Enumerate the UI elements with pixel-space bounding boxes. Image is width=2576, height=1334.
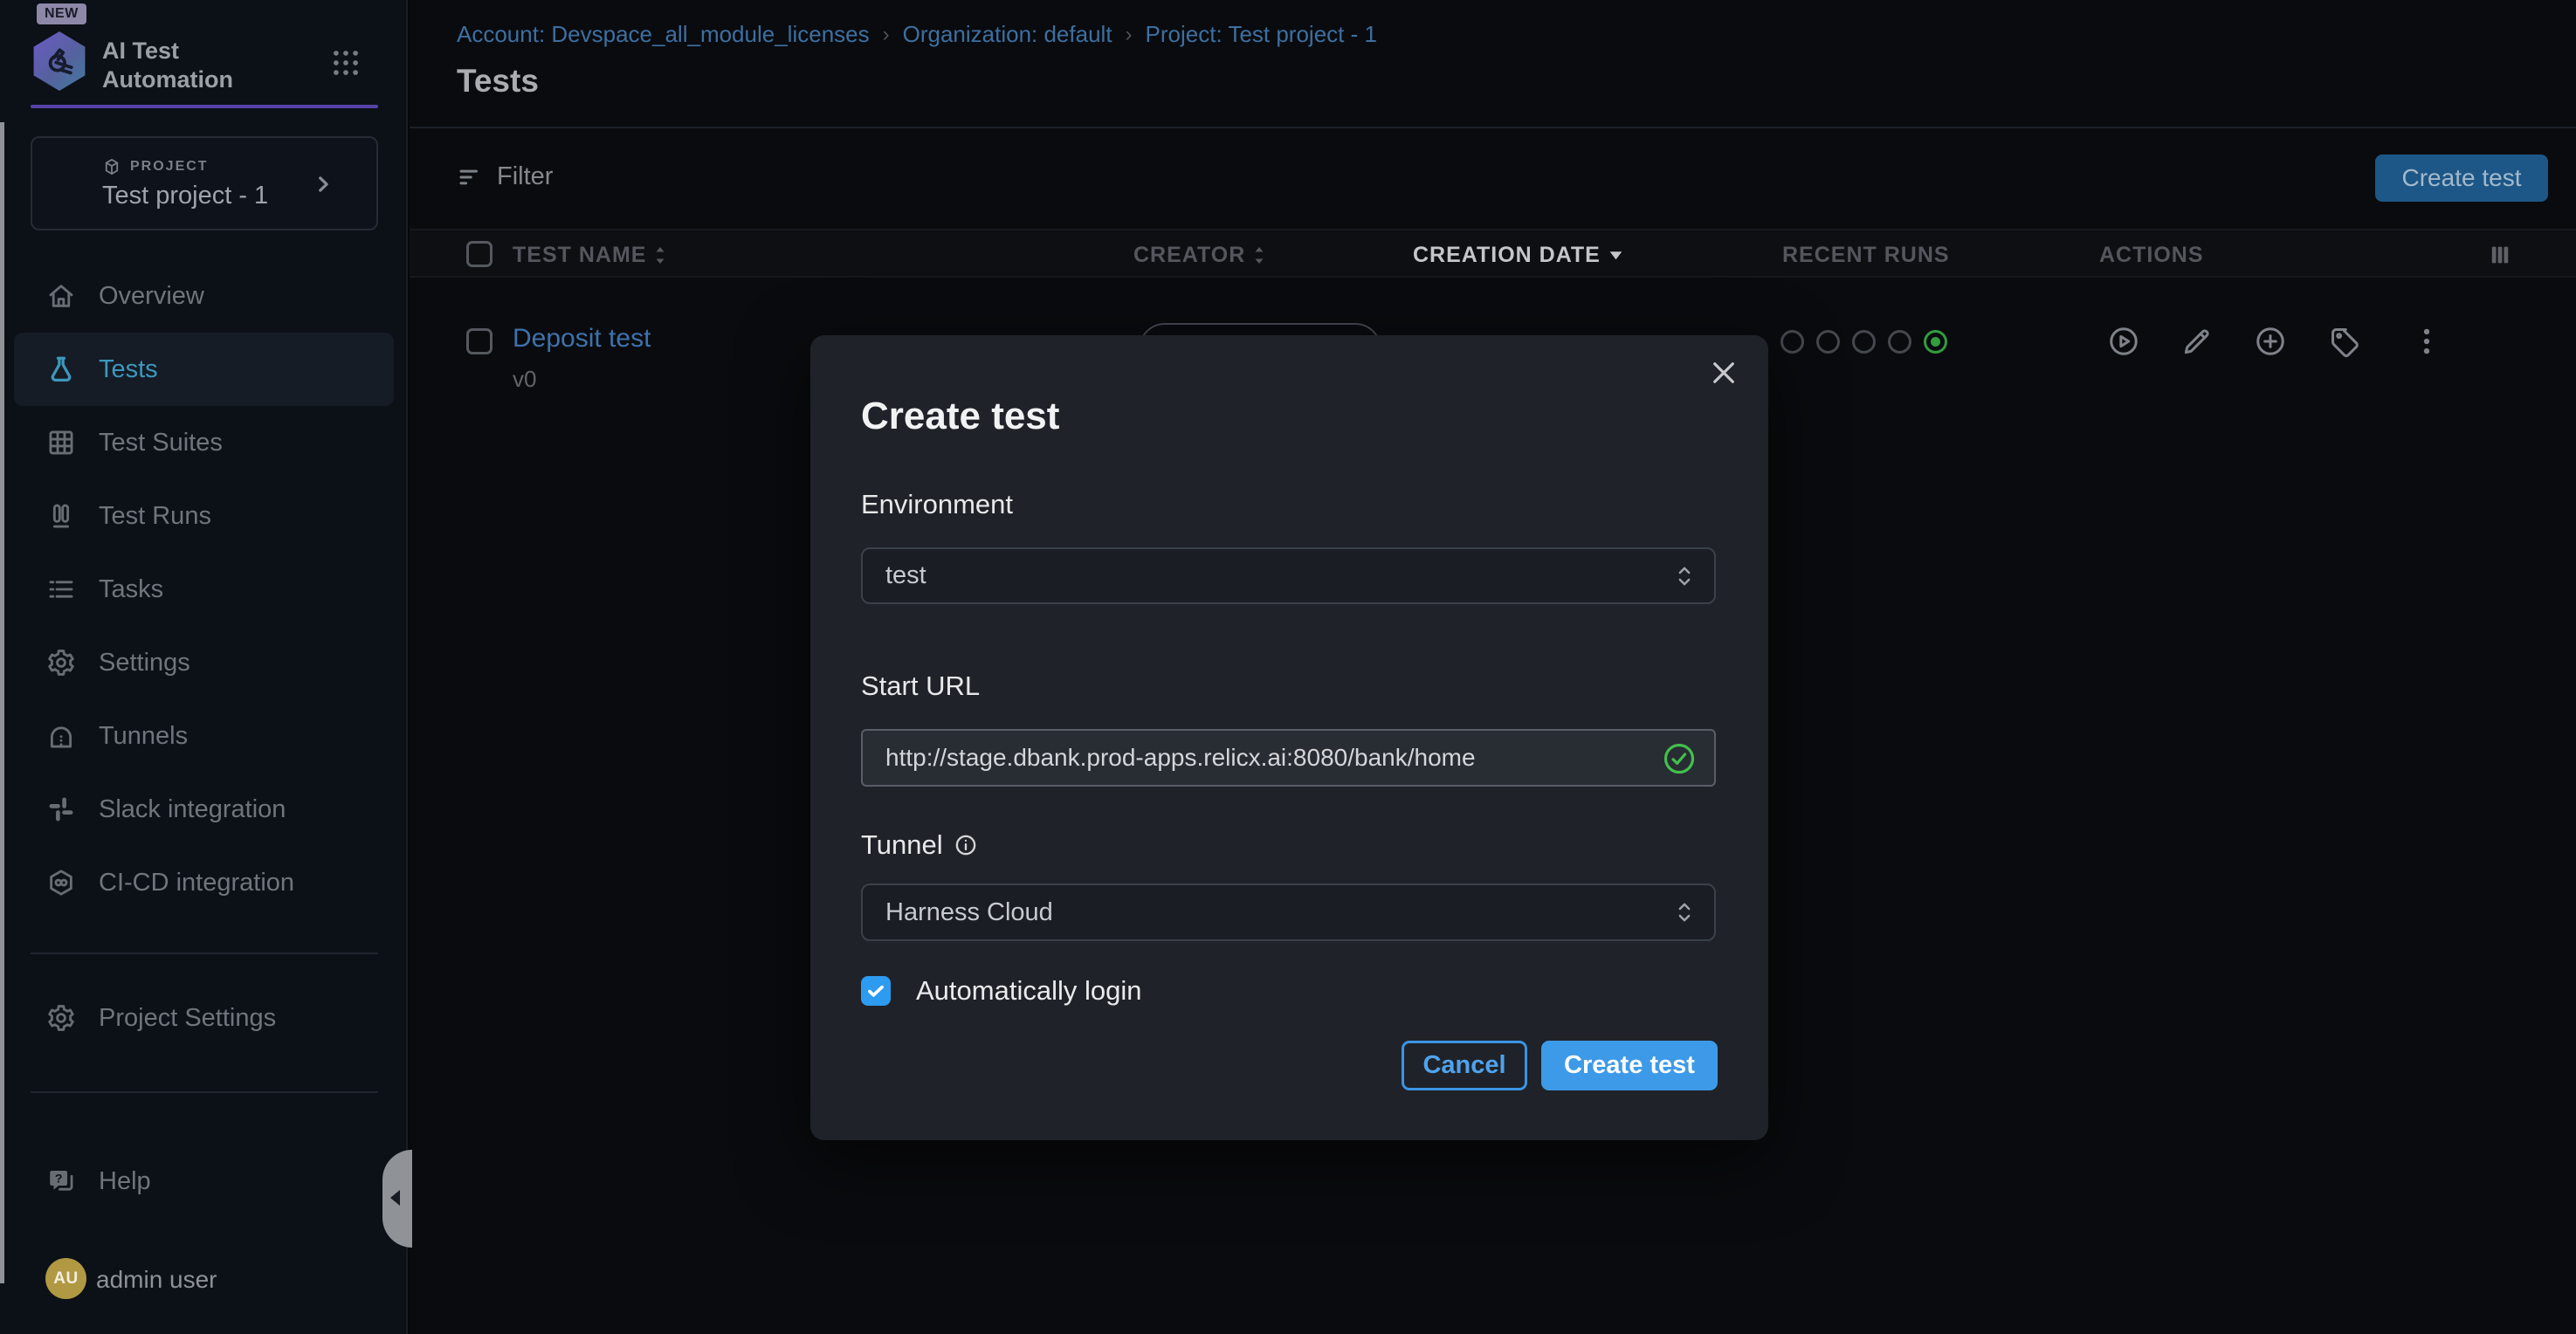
sidebar-item-test-runs[interactable]: Test Runs bbox=[14, 479, 394, 553]
sidebar-divider bbox=[31, 952, 378, 954]
grid-icon bbox=[46, 428, 76, 457]
column-header-creation-date[interactable]: CREATION DATE bbox=[1413, 243, 1624, 268]
tunnel-select[interactable]: Harness Cloud bbox=[861, 884, 1716, 941]
column-header-test-name[interactable]: TEST NAME bbox=[513, 243, 667, 268]
gear-icon bbox=[46, 648, 76, 677]
sidebar-item-tasks[interactable]: Tasks bbox=[14, 553, 394, 626]
add-icon[interactable] bbox=[2254, 325, 2287, 358]
cube-icon bbox=[102, 157, 121, 176]
project-name: Test project - 1 bbox=[102, 182, 268, 210]
sidebar-item-project-settings[interactable]: Project Settings bbox=[14, 981, 394, 1055]
more-menu-icon[interactable] bbox=[2410, 325, 2443, 358]
start-url-label: Start URL bbox=[861, 670, 980, 702]
app-logo-icon bbox=[31, 31, 87, 91]
modal-footer: Cancel Create test bbox=[1402, 1041, 1718, 1090]
sidebar-nav: Overview Tests Test Suites Test Runs Tas… bbox=[0, 259, 408, 919]
start-url-input[interactable] bbox=[861, 729, 1716, 787]
breadcrumb-project[interactable]: Project: Test project - 1 bbox=[1146, 21, 1377, 48]
create-test-button[interactable]: Create test bbox=[2375, 155, 2548, 202]
modal-title: Create test bbox=[861, 395, 1059, 438]
window-scrollbar[interactable] bbox=[0, 122, 4, 1283]
environment-label: Environment bbox=[861, 489, 1013, 520]
svg-text:?: ? bbox=[55, 1172, 63, 1186]
cicd-icon bbox=[46, 868, 76, 897]
chevron-right-icon bbox=[312, 173, 334, 196]
run-status-dot[interactable] bbox=[1816, 330, 1840, 354]
breadcrumb: Account: Devspace_all_module_licenses › … bbox=[457, 21, 1377, 48]
home-icon bbox=[46, 281, 76, 311]
column-header-recent-runs: RECENT RUNS bbox=[1782, 243, 1950, 268]
column-settings-icon[interactable] bbox=[2487, 242, 2513, 268]
new-badge: NEW bbox=[37, 3, 86, 24]
help-chat-icon: ? bbox=[46, 1166, 76, 1196]
test-runs-icon bbox=[46, 501, 76, 531]
row-checkbox[interactable] bbox=[466, 328, 492, 354]
flask-icon bbox=[46, 354, 76, 384]
brand-divider bbox=[31, 105, 378, 108]
cancel-button[interactable]: Cancel bbox=[1402, 1041, 1527, 1090]
info-icon[interactable] bbox=[954, 833, 978, 857]
sidebar-item-tests[interactable]: Tests bbox=[14, 333, 394, 406]
select-chevrons-icon bbox=[1672, 562, 1697, 590]
sidebar-item-tunnels[interactable]: Tunnels bbox=[14, 699, 394, 773]
tunnel-label: Tunnel bbox=[861, 829, 978, 861]
sidebar-item-settings[interactable]: Settings bbox=[14, 626, 394, 699]
tag-icon[interactable] bbox=[2328, 325, 2361, 358]
sort-icon bbox=[653, 244, 667, 267]
environment-select[interactable]: test bbox=[861, 547, 1716, 604]
breadcrumb-separator: › bbox=[883, 23, 890, 47]
sidebar-collapse-handle[interactable] bbox=[382, 1150, 412, 1248]
create-test-modal: Create test Environment test Start URL T… bbox=[810, 335, 1768, 1140]
sidebar-item-slack[interactable]: Slack integration bbox=[14, 773, 394, 846]
sidebar-item-overview[interactable]: Overview bbox=[14, 259, 394, 333]
user-menu[interactable]: AU admin user bbox=[0, 1257, 408, 1301]
sidebar: NEW AI Test Automation PROJECT Test proj… bbox=[0, 0, 408, 1334]
select-all-checkbox[interactable] bbox=[466, 241, 492, 267]
column-header-actions: ACTIONS bbox=[2099, 243, 2204, 268]
sidebar-divider bbox=[31, 1091, 378, 1093]
sidebar-item-test-suites[interactable]: Test Suites bbox=[14, 406, 394, 479]
recent-runs bbox=[1780, 330, 1947, 354]
app-switcher-icon[interactable] bbox=[329, 46, 362, 79]
app-title: AI Test Automation bbox=[102, 37, 233, 94]
project-kind-label: PROJECT bbox=[130, 159, 209, 175]
avatar: AU bbox=[45, 1258, 86, 1299]
run-status-dot[interactable] bbox=[1852, 330, 1876, 354]
breadcrumb-org[interactable]: Organization: default bbox=[903, 21, 1112, 48]
close-icon[interactable] bbox=[1707, 356, 1740, 389]
filter-icon bbox=[457, 164, 483, 190]
sidebar-item-help[interactable]: ? Help bbox=[14, 1145, 394, 1218]
breadcrumb-separator: › bbox=[1126, 23, 1133, 47]
tunnel-icon bbox=[46, 721, 76, 751]
select-chevrons-icon bbox=[1672, 898, 1697, 926]
project-selector[interactable]: PROJECT Test project - 1 bbox=[31, 136, 378, 230]
run-status-dot-passed[interactable] bbox=[1924, 330, 1947, 354]
auto-login-label: Automatically login bbox=[916, 975, 1141, 1007]
list-icon bbox=[46, 574, 76, 604]
run-test-icon[interactable] bbox=[2107, 325, 2140, 358]
slack-icon bbox=[46, 794, 76, 824]
auto-login-row: Automatically login bbox=[861, 975, 1141, 1007]
sort-desc-icon bbox=[1608, 249, 1624, 262]
header-divider bbox=[410, 127, 2576, 128]
table-header: TEST NAME CREATOR CREATION DATE RECENT R… bbox=[410, 229, 2576, 278]
run-status-dot[interactable] bbox=[1888, 330, 1911, 354]
auto-login-checkbox[interactable] bbox=[861, 976, 891, 1006]
filter-button[interactable]: Filter bbox=[457, 162, 553, 191]
test-name-link[interactable]: Deposit test bbox=[513, 324, 651, 354]
page-title: Tests bbox=[457, 63, 539, 100]
test-version: v0 bbox=[513, 366, 536, 393]
gear-icon bbox=[46, 1003, 76, 1033]
collapse-arrow-icon bbox=[390, 1190, 400, 1206]
user-name: admin user bbox=[96, 1266, 217, 1294]
edit-icon[interactable] bbox=[2180, 325, 2214, 358]
sidebar-item-cicd[interactable]: CI-CD integration bbox=[14, 846, 394, 919]
sort-icon bbox=[1252, 244, 1266, 267]
column-header-creator[interactable]: CREATOR bbox=[1133, 243, 1266, 268]
url-valid-check-icon bbox=[1662, 741, 1697, 776]
breadcrumb-account[interactable]: Account: Devspace_all_module_licenses bbox=[457, 21, 870, 48]
run-status-dot[interactable] bbox=[1780, 330, 1804, 354]
create-test-submit-button[interactable]: Create test bbox=[1541, 1041, 1718, 1090]
